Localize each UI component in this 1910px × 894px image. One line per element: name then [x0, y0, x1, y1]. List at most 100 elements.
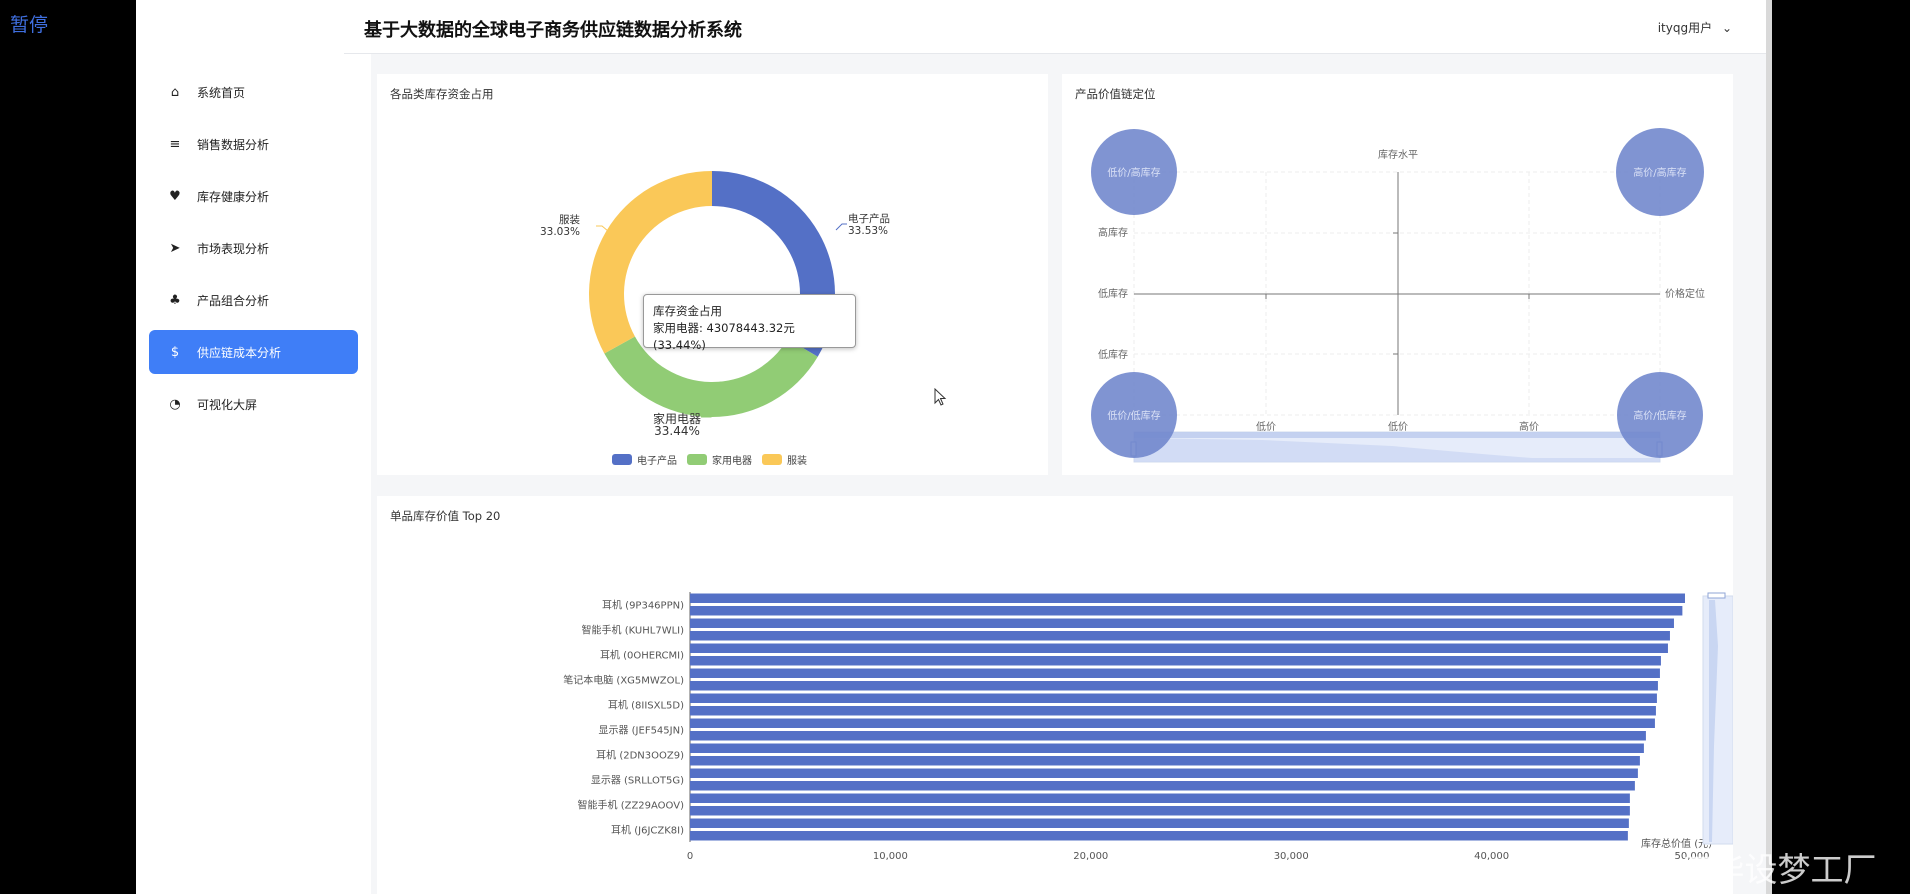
sidebar-item-label: 供应链成本分析	[197, 345, 282, 360]
x-tick-label: 40,000	[1474, 851, 1509, 862]
bar[interactable]	[690, 781, 1635, 791]
legend-item[interactable]: 电子产品	[612, 452, 677, 467]
watermark: CSDN @IT毕设梦工厂	[1544, 850, 1877, 889]
pause-label[interactable]: 暂停	[10, 10, 48, 37]
bar[interactable]	[690, 618, 1674, 629]
bar[interactable]	[690, 681, 1658, 691]
matrix-zoom-selection[interactable]	[1134, 432, 1660, 438]
category-label: 笔记本电脑 (XG5MWZOL)	[563, 673, 684, 686]
sidebar-item-label: 产品组合分析	[197, 293, 270, 308]
bar[interactable]	[690, 668, 1660, 679]
donut-chart: 电子产品33.53%家用电器33.44%服装33.03%	[540, 171, 890, 438]
sidebar-item[interactable]: ♥ 库存健康分析	[149, 174, 358, 218]
home-icon: ⌂	[170, 84, 180, 100]
bar[interactable]	[690, 818, 1629, 829]
quadrant-label: 低价/高库存	[1107, 166, 1160, 179]
sidebar-nav: ⌂ 系统首页 ≡ 销售数据分析 ♥ 库存健康分析 ➤ 市场表现分析 ♣ 产品组合分析 $ 供应链成本分…	[136, 70, 371, 434]
x-tick-label: 低价	[1388, 420, 1408, 433]
chevron-down-icon: ⌄	[1721, 21, 1732, 35]
category-label: 显示器 (JEF545JN)	[598, 724, 684, 736]
category-label: 耳机 (2DN3OOZ9)	[596, 748, 684, 761]
slice-value-label: 33.03%	[540, 226, 580, 238]
sidebar-item-label: 市场表现分析	[197, 241, 270, 256]
quadrant-label: 高价/高库存	[1633, 166, 1686, 179]
bar[interactable]	[690, 831, 1628, 841]
legend-swatch	[612, 454, 632, 465]
x-tick-label: 20,000	[1073, 851, 1108, 862]
category-label: 耳机 (8IISXL5D)	[608, 698, 684, 711]
category-label: 智能手机 (ZZ29AOOV)	[578, 798, 685, 811]
matrix-chart: 库存水平 价格定位 高库存 低库存 低库存 低价 低价 高价 低价/高库存 高价…	[1091, 128, 1705, 463]
x-tick-label: 10,000	[873, 851, 908, 862]
sidebar-item[interactable]: $ 供应链成本分析	[149, 330, 358, 374]
sidebar-item-label: 系统首页	[197, 85, 246, 100]
bar-chart: 耳机 (9P346PPN) 智能手机 (KUHL7WLI) 耳机 (0OHERCMI…	[563, 592, 1733, 862]
y-tick-label: 高库存	[1098, 226, 1128, 239]
category-label: 耳机 (J6JCZK8I)	[611, 823, 684, 836]
heartbeat-icon: ♥	[169, 188, 181, 204]
bar-card: 单品库存价值 Top 20 耳机 (9P346PPN) 智能手机 (KUHL7WL…	[377, 496, 1733, 894]
donut-legend: 电子产品 家用电器 服装	[612, 452, 817, 467]
user-name: ityqg用户	[1657, 21, 1713, 35]
x-tick-label: 30,000	[1274, 851, 1309, 862]
sidebar-item[interactable]: ♣ 产品组合分析	[149, 278, 358, 322]
legend-label: 服装	[787, 456, 807, 467]
page-title: 基于大数据的全球电子商务供应链数据分析系统	[364, 20, 742, 41]
x-tick-label: 低价	[1256, 420, 1276, 433]
quadrant-label: 低价/低库存	[1107, 409, 1160, 422]
bar[interactable]	[690, 631, 1670, 641]
y-tick-label: 低库存	[1098, 348, 1128, 361]
chart-tooltip: 库存资金占用 家用电器: 43078443.32元 (33.44%)	[643, 294, 856, 352]
slice-label: 服装	[559, 213, 580, 226]
sidebar-item[interactable]: ➤ 市场表现分析	[149, 226, 358, 270]
bar[interactable]	[690, 706, 1656, 716]
sidebar-item[interactable]: ≡ 销售数据分析	[149, 122, 358, 166]
label-leader-line	[835, 223, 847, 231]
tooltip-value: 家用电器: 43078443.32元 (33.44%)	[653, 321, 795, 352]
bar[interactable]	[690, 756, 1640, 766]
tooltip-title: 库存资金占用	[653, 304, 722, 318]
category-label: 智能手机 (KUHL7WLI)	[582, 623, 685, 636]
bar[interactable]	[690, 731, 1646, 741]
bar[interactable]	[690, 793, 1630, 804]
sidebar-item-label: 销售数据分析	[197, 137, 270, 152]
mouse-cursor-icon	[934, 388, 947, 406]
cubes-icon: ♣	[169, 292, 181, 308]
category-label: 耳机 (0OHERCMI)	[600, 648, 684, 661]
bar[interactable]	[690, 593, 1685, 604]
dollar-icon: $	[170, 344, 180, 360]
x-tick-label: 0	[687, 851, 693, 862]
legend-swatch	[687, 454, 707, 465]
slice-label: 电子产品	[848, 212, 890, 225]
app-window: ⌂ 系统首页 ≡ 销售数据分析 ♥ 库存健康分析 ➤ 市场表现分析 ♣ 产品组合分析 $ 供应链成本分…	[136, 0, 1772, 894]
window-scrollbar[interactable]	[1766, 0, 1772, 894]
legend-item[interactable]: 服装	[762, 452, 807, 467]
y-tick-label: 低库存	[1098, 287, 1128, 300]
header: 基于大数据的全球电子商务供应链数据分析系统 ityqg用户 ⌄	[344, 0, 1772, 54]
bar[interactable]	[690, 768, 1638, 779]
label-leader-line	[596, 225, 609, 232]
user-menu[interactable]: ityqg用户 ⌄	[1658, 19, 1732, 36]
donut-card: 各品类库存资金占用 电子产品 33.53% 家用电器 33.44% 服装 33.03% 电…	[377, 74, 1048, 475]
x-tick-label: 高价	[1519, 420, 1539, 433]
x-axis-name: 价格定位	[1665, 287, 1705, 300]
y-axis-name: 库存水平	[1378, 148, 1418, 161]
bar-zoom-slider[interactable]	[1702, 595, 1733, 845]
bar[interactable]	[690, 606, 1683, 616]
sidebar-item[interactable]: ⌂ 系统首页	[149, 70, 358, 114]
bar[interactable]	[690, 806, 1630, 816]
rocket-icon: ➤	[169, 240, 181, 256]
bar[interactable]	[690, 693, 1657, 704]
bar[interactable]	[690, 656, 1661, 666]
bar[interactable]	[690, 718, 1655, 729]
slice-value-label: 33.44%	[654, 424, 700, 438]
bar[interactable]	[690, 643, 1668, 654]
bar[interactable]	[690, 743, 1644, 754]
bar-chart-icon: ≡	[169, 136, 181, 152]
legend-swatch	[762, 454, 782, 465]
legend-item[interactable]: 家用电器	[687, 452, 752, 467]
sidebar-item[interactable]: ◔ 可视化大屏	[149, 382, 358, 426]
zoom-handle-top[interactable]	[1707, 592, 1726, 599]
dashboard-icon: ◔	[169, 396, 181, 412]
category-label: 耳机 (9P346PPN)	[602, 598, 684, 611]
